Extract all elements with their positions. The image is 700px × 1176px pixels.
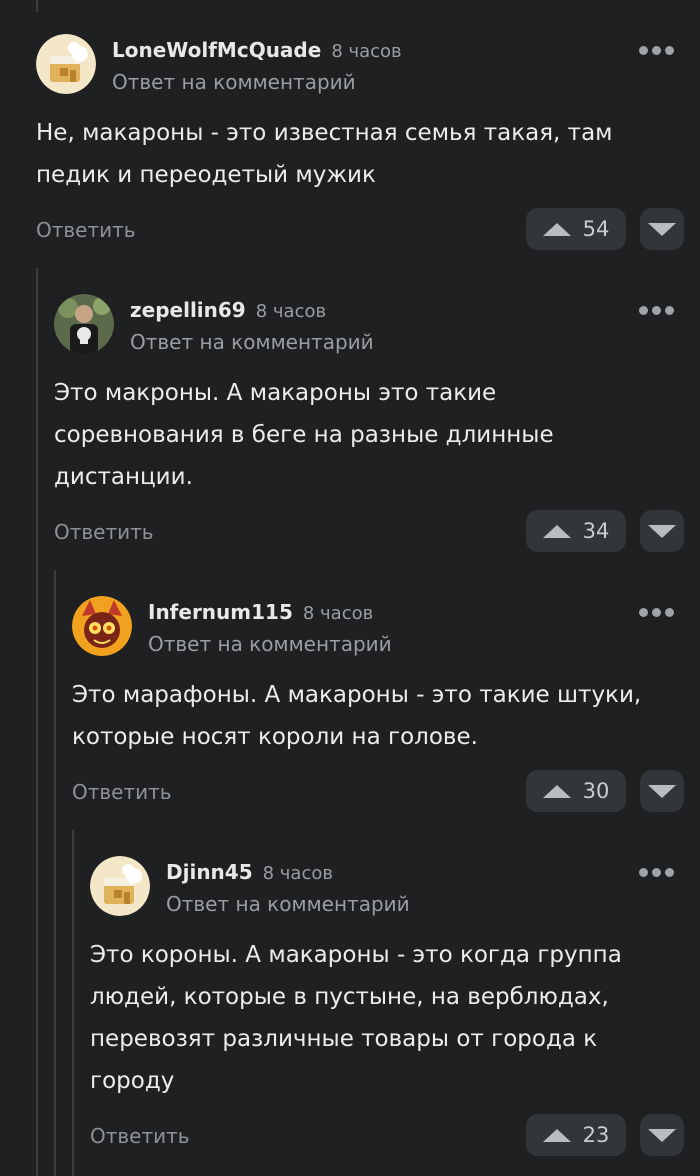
reply-button[interactable]: Ответить — [72, 780, 172, 804]
avatar[interactable] — [72, 596, 132, 656]
baked-house-avatar-icon — [36, 34, 96, 94]
fire-creature-avatar-icon — [72, 596, 132, 656]
avatar[interactable] — [54, 294, 114, 354]
avatar[interactable] — [90, 856, 150, 916]
downvote-icon — [648, 524, 676, 538]
baked-house-avatar-icon — [90, 856, 150, 916]
reply-button[interactable]: Ответить — [36, 218, 136, 242]
downvote-icon — [648, 784, 676, 798]
skull-shirt-photo-avatar-icon — [54, 294, 114, 354]
vote-count: 34 — [582, 519, 610, 543]
reply-to-label[interactable]: Ответ на комментарий — [148, 632, 392, 656]
more-options-icon[interactable] — [639, 46, 674, 55]
author-name[interactable]: Djinn45 — [166, 860, 253, 884]
thread-line — [36, 0, 38, 12]
upvote-icon — [542, 222, 571, 236]
reply-button[interactable]: Ответить — [54, 520, 154, 544]
comment: LoneWolfMcQuade 8 часов Ответ на коммента… — [36, 34, 700, 254]
comment-time: 8 часов — [302, 603, 374, 624]
reply-to-label[interactable]: Ответ на комментарий — [166, 892, 410, 916]
upvote-button[interactable]: 30 — [526, 770, 626, 812]
thread-line — [54, 570, 56, 1176]
comment-time: 8 часов — [262, 863, 333, 884]
comment-time: 8 часов — [255, 301, 327, 322]
more-options-icon[interactable] — [639, 868, 674, 877]
author-name[interactable]: Infernum115 — [148, 600, 293, 624]
comment-author[interactable]: LoneWolfMcQuade 8 часов — [112, 38, 402, 62]
vote-count: 23 — [582, 1123, 610, 1147]
reply-to-label[interactable]: Ответ на комментарий — [130, 330, 374, 354]
vote-count: 30 — [582, 779, 610, 803]
downvote-icon — [648, 222, 676, 236]
author-name[interactable]: zepellin69 — [130, 298, 246, 322]
comment: Infernum115 8 часов Ответ на комментарий … — [72, 596, 700, 816]
upvote-icon — [542, 524, 571, 538]
more-options-icon[interactable] — [639, 306, 674, 315]
downvote-button[interactable] — [640, 208, 684, 250]
comment: zepellin69 8 часов Ответ на комментарий Э… — [54, 294, 700, 556]
upvote-button[interactable]: 23 — [526, 1114, 626, 1156]
comment-text: Не, макароны - это известная семья такая… — [36, 120, 613, 188]
thread-line — [72, 830, 74, 1176]
comment-time: 8 часов — [331, 41, 402, 62]
thread-line — [36, 268, 38, 1176]
more-options-icon[interactable] — [639, 608, 674, 617]
author-name[interactable]: LoneWolfMcQuade — [112, 38, 321, 62]
comment-text: Это марафоны. А макароны - это такие шту… — [72, 682, 642, 750]
downvote-button[interactable] — [640, 510, 684, 552]
vote-count: 54 — [582, 217, 610, 241]
upvote-button[interactable]: 34 — [526, 510, 626, 552]
downvote-icon — [648, 1128, 676, 1142]
reply-button[interactable]: Ответить — [90, 1124, 190, 1148]
comment-text: Это короны. А макароны - это когда групп… — [90, 942, 622, 1094]
reply-to-label[interactable]: Ответ на комментарий — [112, 70, 356, 94]
downvote-button[interactable] — [640, 1114, 684, 1156]
upvote-icon — [542, 784, 571, 798]
comment-author[interactable]: Djinn45 8 часов — [166, 860, 333, 884]
comment-text: Это макроны. А макароны это такие соревн… — [54, 380, 554, 490]
upvote-button[interactable]: 54 — [526, 208, 626, 250]
comment: Djinn45 8 часов Ответ на комментарий Это … — [90, 856, 700, 1166]
upvote-icon — [542, 1128, 571, 1142]
comment-author[interactable]: zepellin69 8 часов — [130, 298, 326, 322]
avatar[interactable] — [36, 34, 96, 94]
comment-author[interactable]: Infernum115 8 часов — [148, 600, 373, 624]
downvote-button[interactable] — [640, 770, 684, 812]
